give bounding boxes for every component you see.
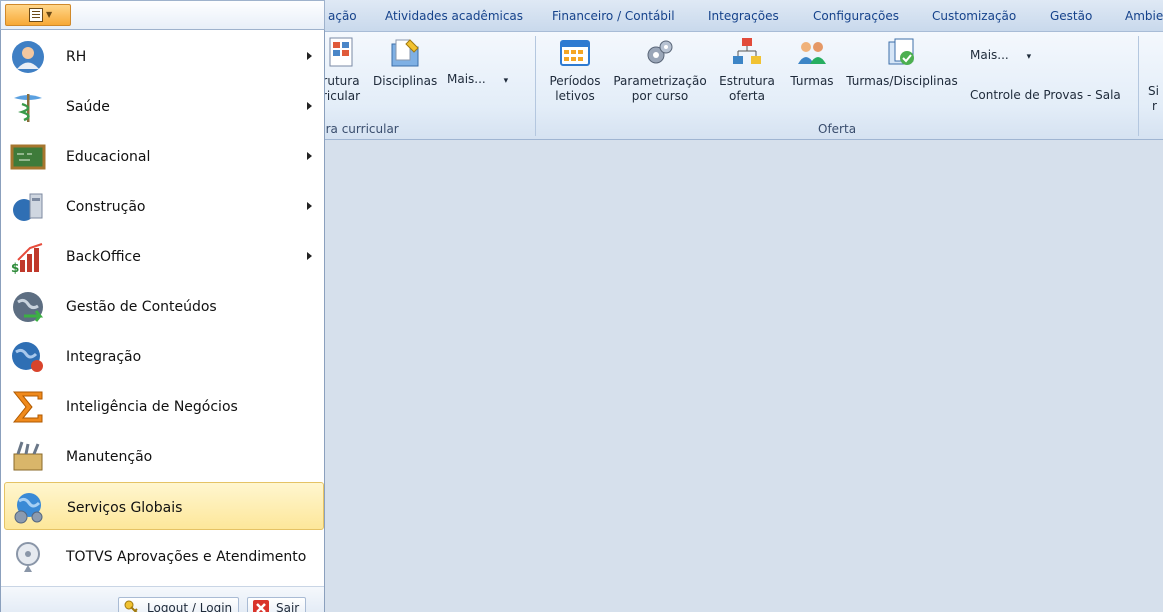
menu-item-inteligencia-de-negocios[interactable]: Inteligência de Negócios	[4, 382, 324, 430]
menu-item-rh[interactable]: RH	[4, 32, 324, 80]
chevron-down-icon: ▼	[46, 10, 53, 19]
parametrizacao-por-curso-button[interactable]: Parametrização por curso	[612, 36, 708, 104]
estrutura-oferta-line1: Estrutura	[719, 74, 775, 88]
menu-footer: Logout / Login Sair	[1, 586, 324, 612]
submenu-arrow-icon	[307, 202, 312, 210]
calendar-icon	[560, 40, 590, 66]
menu-item-manutencao[interactable]: Manutenção	[4, 432, 324, 480]
menu-item-totvs-aprovacoes[interactable]: TOTVS Aprovações e Atendimento	[4, 532, 324, 580]
exit-label: Sair	[276, 601, 300, 612]
folder-pencil-icon	[391, 39, 419, 67]
logout-login-label: Logout / Login	[147, 601, 233, 612]
menu-item-educacional[interactable]: Educacional	[4, 132, 324, 180]
dropdown-caret-icon: ▾	[503, 76, 509, 86]
caduceus-icon	[14, 94, 42, 122]
submenu-arrow-icon	[307, 102, 312, 110]
svg-text:$: $	[11, 261, 19, 274]
menu-item-backoffice[interactable]: $ BackOffice	[4, 232, 324, 280]
documents-check-icon	[888, 38, 914, 65]
menu-item-saude-label: Saúde	[66, 99, 110, 115]
tab-financeiro-contabil[interactable]: Financeiro / Contábil	[552, 9, 675, 23]
group-separator	[535, 36, 536, 136]
tab-customizacao[interactable]: Customização	[932, 9, 1016, 23]
grid-document-icon	[329, 37, 353, 67]
cut-off-button[interactable]: Si r	[1148, 84, 1159, 114]
exit-button[interactable]: Sair	[247, 597, 307, 612]
mais-dropdown-2[interactable]: Mais... ▾	[970, 48, 1031, 65]
menu-item-gestao-de-conteudos[interactable]: Gestão de Conteúdos	[4, 282, 324, 330]
chalkboard-icon	[10, 144, 46, 170]
turmas-button[interactable]: Turmas	[788, 36, 836, 89]
disciplinas-label: Disciplinas	[373, 74, 438, 88]
tab-integracoes[interactable]: Integrações	[708, 9, 779, 23]
turmas-label: Turmas	[790, 74, 834, 88]
controle-de-provas-label: Controle de Provas - Sala	[970, 88, 1121, 102]
menu-item-integracao[interactable]: Integração	[4, 332, 324, 380]
estrutura-oferta-button[interactable]: Estrutura oferta	[716, 36, 778, 104]
tab-atividades-academicas[interactable]: Atividades acadêmicas	[385, 9, 523, 23]
parametrizacao-line2: por curso	[631, 89, 689, 103]
submenu-arrow-icon	[307, 152, 312, 160]
periodos-letivos-button[interactable]: Períodos letivos	[546, 36, 604, 104]
estrutura-oferta-line2: oferta	[729, 89, 765, 103]
globe-services-icon	[14, 493, 43, 524]
org-chart-icon	[733, 38, 761, 64]
globe-plug-icon	[12, 342, 43, 372]
menu-item-integracao-label: Integração	[66, 349, 142, 365]
group-separator-2	[1138, 36, 1139, 136]
application-menu-button-bar: ▼	[0, 0, 325, 30]
menu-item-educacional-label: Educacional	[66, 149, 151, 165]
mais-1-label: Mais...	[447, 72, 486, 86]
estrutura-curricular-line1: rutura	[322, 74, 360, 88]
sigma-icon	[12, 391, 43, 423]
construction-icon	[13, 193, 43, 221]
menu-item-construcao-label: Construção	[66, 199, 146, 215]
menu-item-inteligencia-de-negocios-label: Inteligência de Negócios	[66, 399, 238, 415]
mais-dropdown-1[interactable]: Mais... ▾	[447, 72, 508, 89]
menu-item-construcao[interactable]: Construção	[4, 182, 324, 230]
estrutura-curricular-line2: ricular	[321, 89, 361, 103]
periodos-letivos-line2: letivos	[555, 89, 595, 103]
close-icon	[253, 600, 269, 612]
menu-item-servicos-globais-label: Serviços Globais	[67, 500, 183, 516]
cut-off-line1: Si	[1148, 84, 1159, 98]
satellite-dish-icon	[16, 542, 40, 572]
logout-login-button[interactable]: Logout / Login	[118, 597, 240, 612]
toolbox-icon	[13, 441, 43, 471]
submenu-arrow-icon	[307, 252, 312, 260]
tab-configuracoes[interactable]: Configurações	[813, 9, 899, 23]
mais-2-label: Mais...	[970, 48, 1009, 62]
group-people-icon	[798, 42, 826, 64]
chart-dollar-icon: $	[11, 243, 43, 274]
globe-arrow-icon	[13, 292, 44, 322]
turmas-disciplinas-button[interactable]: Turmas/Disciplinas	[846, 36, 958, 89]
rh-person-icon	[12, 41, 44, 73]
tab-partial[interactable]: ação	[328, 9, 357, 23]
group-estrutura-curricular-label: ura curricular	[318, 122, 399, 136]
turmas-disciplinas-label: Turmas/Disciplinas	[846, 74, 958, 88]
cut-off-line2: r	[1152, 99, 1157, 113]
menu-item-gestao-de-conteudos-label: Gestão de Conteúdos	[66, 299, 217, 315]
parametrizacao-line1: Parametrização	[613, 74, 707, 88]
menu-item-servicos-globais[interactable]: Serviços Globais	[4, 482, 324, 530]
disciplinas-button[interactable]: Disciplinas	[373, 36, 437, 89]
keys-icon	[124, 600, 138, 612]
periodos-letivos-line1: Períodos	[549, 74, 601, 88]
menu-item-manutencao-label: Manutenção	[66, 449, 153, 465]
group-oferta-label: Oferta	[818, 122, 857, 136]
menu-item-totvs-aprovacoes-label: TOTVS Aprovações e Atendimento	[66, 549, 307, 565]
application-menu: RH Saúde Educacional Construção $ BackOf…	[0, 30, 325, 612]
app-menu-icon	[29, 8, 43, 22]
dropdown-caret-icon-2: ▾	[1026, 52, 1032, 62]
menu-item-rh-label: RH	[66, 49, 87, 65]
menu-item-saude[interactable]: Saúde	[4, 82, 324, 130]
submenu-arrow-icon	[307, 52, 312, 60]
tab-gestao[interactable]: Gestão	[1050, 9, 1092, 23]
application-menu-button[interactable]: ▼	[5, 4, 71, 26]
gears-icon	[647, 40, 673, 64]
controle-de-provas-sala-button[interactable]: Controle de Provas - Sala	[970, 88, 1121, 103]
tab-ambiente[interactable]: Ambie	[1125, 9, 1163, 23]
menu-item-backoffice-label: BackOffice	[66, 249, 141, 265]
